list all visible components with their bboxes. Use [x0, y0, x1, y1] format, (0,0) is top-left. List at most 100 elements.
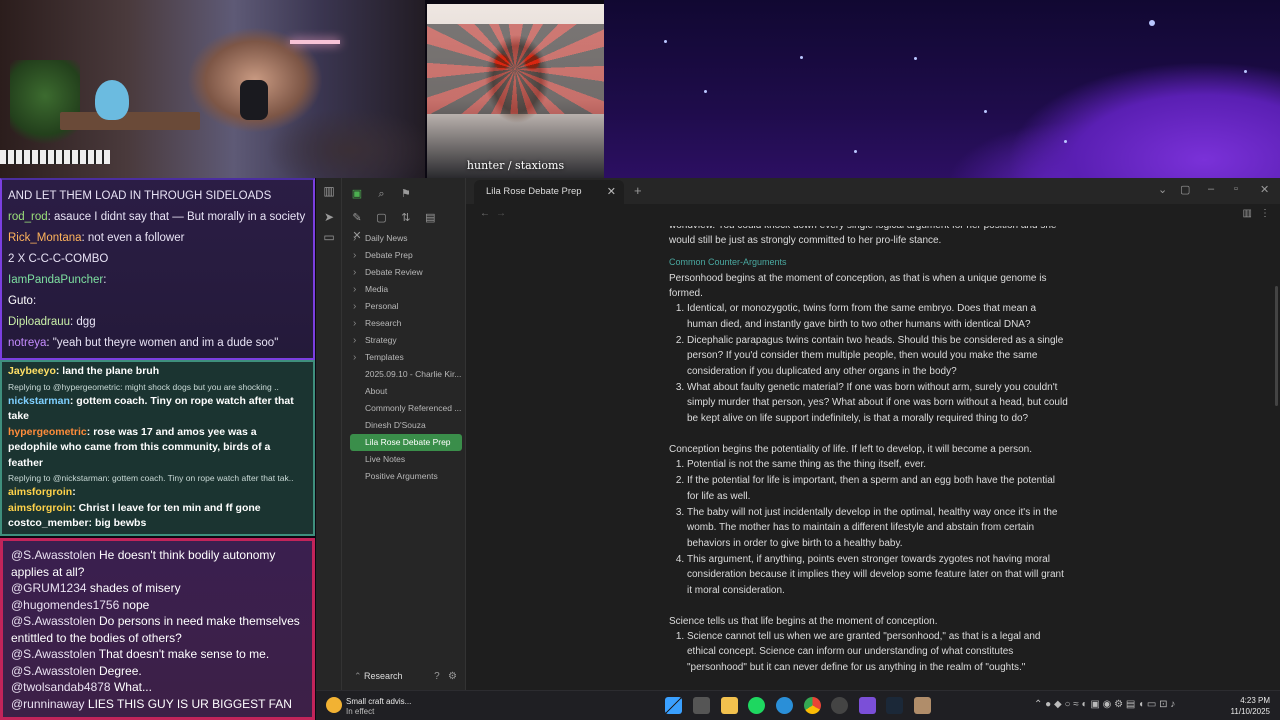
minimize-icon[interactable]: – [1208, 183, 1214, 195]
chat-panel-bottom[interactable]: @S.Awasstolen He doesn't think bodily au… [0, 538, 315, 720]
chat-text: What... [113, 680, 152, 694]
collapse-icon[interactable]: ▤ [423, 211, 437, 224]
file-commonly-referenced[interactable]: Commonly Referenced ... [350, 400, 462, 417]
chat-username[interactable]: notreya [8, 337, 46, 349]
chat-username[interactable]: Rick_Montana [8, 232, 82, 244]
pages-icon[interactable]: ▭ [322, 230, 336, 244]
maximize-icon[interactable]: ▫ [1234, 183, 1238, 195]
argument-sections: Personhood begins at the moment of conce… [669, 271, 1069, 675]
start-icon[interactable] [665, 697, 682, 714]
chat-panel-middle[interactable]: Jaybeeyo: land the plane bruh Replying to… [0, 360, 315, 536]
file-about[interactable]: About [350, 383, 462, 400]
warning-icon [326, 697, 342, 713]
folder-debate-review[interactable]: Debate Review [350, 264, 462, 281]
chat-username[interactable]: aimsforgroin [8, 486, 72, 498]
forward-icon[interactable]: → [496, 208, 506, 219]
sort-icon[interactable]: ⇅ [399, 211, 413, 224]
star [984, 110, 987, 113]
chat-username[interactable]: @GRUM1234 [11, 581, 87, 595]
spotify-icon[interactable] [748, 697, 765, 714]
reply-context: Replying to @hypergeometric: might shock… [8, 381, 279, 392]
section-heading: Common Counter-Arguments [669, 256, 787, 267]
folder-templates[interactable]: Templates [350, 349, 462, 366]
chat-panel-top[interactable]: AND LET THEM LOAD IN THROUGH SIDELOADS ro… [0, 178, 315, 360]
star [854, 150, 857, 153]
close-tab-icon[interactable]: ✕ [607, 185, 616, 198]
chat-username[interactable]: @S.Awasstolen [11, 647, 96, 661]
chat-text: 2 X C-C-C-COMBO [8, 253, 109, 265]
chat-username[interactable]: @twolsandab4878 [11, 680, 111, 694]
more-options-icon[interactable]: ⋮ [1260, 208, 1270, 219]
folder-daily-news[interactable]: Daily News [350, 230, 462, 247]
tab-lila-rose-debate-prep[interactable]: Lila Rose Debate Prep ✕ [474, 180, 624, 204]
new-folder-icon[interactable]: ▢ [374, 211, 388, 224]
close-window-icon[interactable]: ✕ [1260, 183, 1269, 196]
chat-username[interactable]: IamPandaPuncher [8, 274, 103, 286]
chat-username[interactable]: costco_member [8, 517, 89, 529]
chat-username[interactable]: @S.Awasstolen [11, 548, 96, 562]
scrollbar[interactable] [1275, 286, 1278, 406]
chat-username[interactable]: @runninaway [11, 697, 85, 711]
chat-username[interactable]: Jaybeeyo [8, 365, 56, 377]
chat-text: : "yeah but theyre women and im a dude s… [46, 337, 279, 349]
chat-username[interactable]: hypergeometric [8, 426, 87, 438]
file-lila-rose-debate-prep[interactable]: Lila Rose Debate Prep [350, 434, 462, 451]
chat-text: That doesn't make sense to me. [98, 647, 270, 661]
chat-username[interactable]: Guto [8, 295, 33, 307]
chevron-down-icon[interactable]: ⌄ [1158, 183, 1167, 196]
file-2025-09-10-charlie-kir[interactable]: 2025.09.10 - Charlie Kir... [350, 366, 462, 383]
chat-message: rod_rod: asauce I didnt say that — But m… [8, 207, 307, 228]
taskbar: Small craft advis... In effect ⌃ ● ◆ ○ ≈… [316, 690, 1280, 720]
sidebar-toggle-icon[interactable]: ▥ [322, 184, 336, 198]
folder-strategy[interactable]: Strategy [350, 332, 462, 349]
steam-icon[interactable] [886, 697, 903, 714]
weather-subtitle: In effect [346, 707, 375, 716]
back-icon[interactable]: ← [480, 208, 490, 219]
gear-icon[interactable]: ⚙ [448, 671, 457, 682]
chat-username[interactable]: costco_member [8, 533, 89, 535]
edge-icon[interactable] [776, 697, 793, 714]
app-icon[interactable] [914, 697, 931, 714]
file-positive-arguments[interactable]: Positive Arguments [350, 468, 462, 485]
chat-username[interactable]: nickstarman [8, 395, 70, 407]
note-editor[interactable]: worldview. You could knock down every si… [466, 226, 1280, 690]
space-background [604, 0, 1280, 178]
chat-username[interactable]: Diploadrauu [8, 316, 70, 328]
folder-debate-prep[interactable]: Debate Prep [350, 247, 462, 264]
shelf [60, 112, 200, 130]
search-icon[interactable]: ⌕ [374, 188, 388, 201]
layout-icon[interactable]: ▢ [1180, 183, 1190, 196]
chat-message: aimsforgroin: [8, 485, 307, 501]
chat-username[interactable]: @hugomendes1756 [11, 598, 119, 612]
chat-text: AND LET THEM LOAD IN THROUGH SIDELOADS [8, 190, 272, 202]
file-explorer-icon[interactable] [721, 697, 738, 714]
send-icon[interactable]: ➤ [322, 210, 336, 224]
new-tab-icon[interactable]: + [634, 183, 642, 198]
obsidian-icon[interactable] [859, 697, 876, 714]
reading-view-icon[interactable]: ▥ [1243, 208, 1252, 219]
tray-icons[interactable]: ⌃ ● ◆ ○ ≈ ◐ ▣ ◉ ⚙ ▤ ◖ ▭ ⊡ ♪ [1034, 699, 1175, 710]
clock[interactable]: 4:23 PM 11/10/2025 [1231, 695, 1270, 717]
chat-username[interactable]: rod_rod [8, 211, 48, 223]
folder-personal[interactable]: Personal [350, 298, 462, 315]
new-note-icon[interactable]: ✎ [350, 211, 364, 224]
chat-username[interactable]: @S.Awasstolen [11, 664, 96, 678]
star [914, 57, 917, 60]
folder-research[interactable]: Research [350, 315, 462, 332]
folder-icon[interactable]: ▣ [350, 187, 364, 200]
counter-point: The baby will not just incidentally deve… [687, 505, 1069, 551]
counter-points-list: Science cannot tell us when we are grant… [687, 629, 1069, 675]
chat-username[interactable]: @S.Awasstolen [11, 614, 96, 628]
chat-username[interactable]: aimsforgroin [8, 502, 72, 514]
obs-icon[interactable] [831, 697, 848, 714]
bookmark-icon[interactable]: ⚑ [399, 187, 413, 200]
vault-switcher[interactable]: Research [354, 671, 403, 682]
folder-media[interactable]: Media [350, 281, 462, 298]
help-icon[interactable]: ? [434, 671, 440, 682]
note-content[interactable]: worldview. You could knock down every si… [669, 226, 1069, 676]
file-dinesh-d-souza[interactable]: Dinesh D'Souza [350, 417, 462, 434]
chat-message: @S.Awasstolen That doesn't make sense to… [11, 646, 304, 663]
chrome-icon[interactable] [804, 697, 821, 714]
task-view-icon[interactable] [693, 697, 710, 714]
file-live-notes[interactable]: Live Notes [350, 451, 462, 468]
